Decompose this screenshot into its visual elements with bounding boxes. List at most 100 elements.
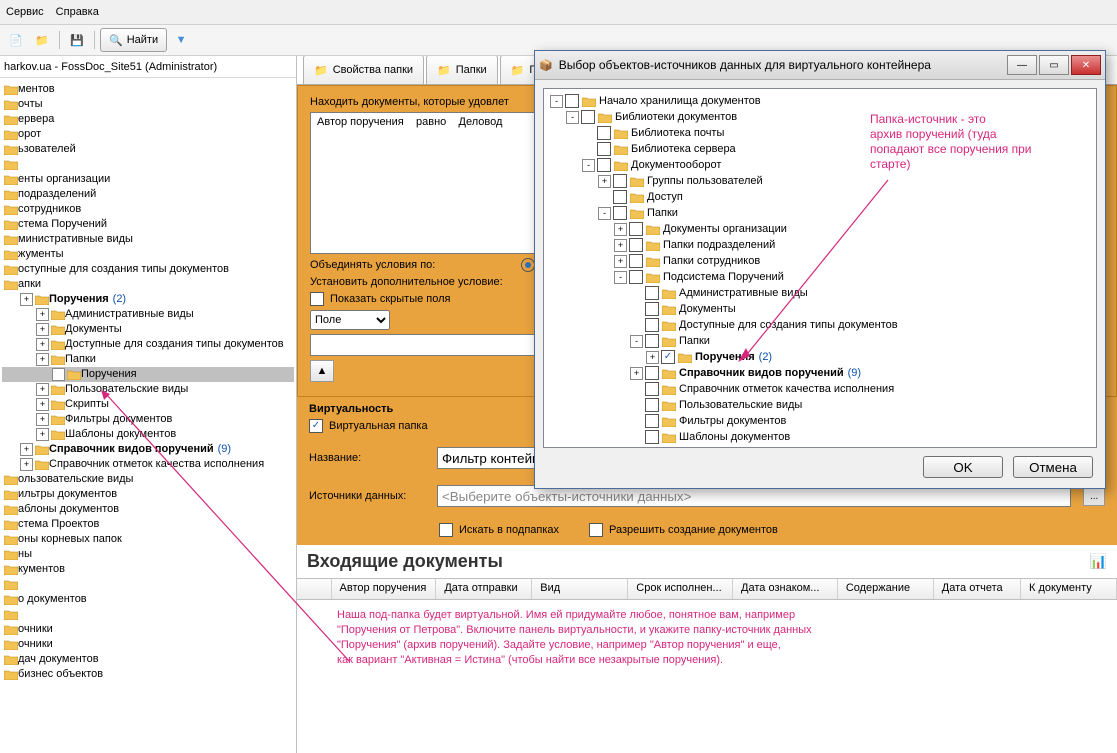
grid-col-header[interactable]: Дата отчета (934, 579, 1021, 599)
expand-icon[interactable]: + (614, 239, 627, 252)
expand-icon[interactable]: + (614, 255, 627, 268)
dialog-tree-item[interactable]: -Библиотеки документов (548, 109, 1092, 125)
tree-item[interactable]: +Фильтры документов (2, 412, 294, 427)
expand-icon[interactable]: + (36, 323, 49, 336)
grid-col-header[interactable]: Дата отправки (436, 579, 532, 599)
tree-item[interactable]: очники (2, 637, 294, 652)
tree-item[interactable]: о документов (2, 592, 294, 607)
grid-col-header[interactable] (297, 579, 332, 599)
tree-item[interactable]: ьзователей (2, 142, 294, 157)
save-icon[interactable]: 💾 (65, 28, 89, 52)
dialog-tree-item[interactable]: Библиотека сервера (548, 141, 1092, 157)
tree-item[interactable]: +Административные виды (2, 307, 294, 322)
expand-icon[interactable]: + (598, 175, 611, 188)
tree-item[interactable]: +Папки (2, 352, 294, 367)
grid-col-header[interactable]: Вид (532, 579, 628, 599)
tree-item[interactable]: министративные виды (2, 232, 294, 247)
close-button[interactable]: ✕ (1071, 55, 1101, 75)
tree-item[interactable]: +Скрипты (2, 397, 294, 412)
tree-checkbox[interactable] (645, 318, 659, 332)
expand-icon[interactable]: - (614, 271, 627, 284)
expand-icon[interactable]: + (20, 458, 33, 471)
up-button[interactable]: ▲ (310, 360, 334, 382)
tree-checkbox[interactable] (597, 158, 611, 172)
nav-tree[interactable]: ментовочтыервераоротьзователейенты орган… (0, 78, 296, 753)
tree-checkbox[interactable] (645, 366, 659, 380)
dialog-tree-item[interactable]: Фильтры документов (548, 413, 1092, 429)
tree-checkbox[interactable] (645, 382, 659, 396)
tree-item[interactable]: +Пользовательские виды (2, 382, 294, 397)
tree-item[interactable]: жументы (2, 247, 294, 262)
dialog-tree-item[interactable]: Документы (548, 301, 1092, 317)
tab-folders[interactable]: 📁Папки (426, 56, 498, 84)
field-select[interactable]: Поле (310, 310, 390, 330)
tree-item[interactable]: ользовательские виды (2, 472, 294, 487)
expand-icon[interactable]: + (36, 428, 49, 441)
tree-item[interactable]: бизнес объектов (2, 667, 294, 682)
dialog-tree-item[interactable]: -Подсистема Поручений (548, 269, 1092, 285)
dialog-tree-item[interactable]: +Документы организации (548, 221, 1092, 237)
tree-item[interactable]: сотрудников (2, 202, 294, 217)
tree-checkbox[interactable] (613, 206, 627, 220)
tree-item[interactable]: апки (2, 277, 294, 292)
dialog-tree-item[interactable]: Административные виды (548, 285, 1092, 301)
tree-checkbox[interactable] (565, 94, 579, 108)
expand-icon[interactable]: + (36, 308, 49, 321)
dialog-tree-item[interactable]: Пользовательские виды (548, 397, 1092, 413)
dialog-tree[interactable]: -Начало хранилища документов-Библиотеки … (543, 88, 1097, 448)
dialog-tree-item[interactable]: -Папки (548, 205, 1092, 221)
tree-item[interactable]: оступные для создания типы документов (2, 262, 294, 277)
dialog-tree-item[interactable]: Доступные для создания типы документов (548, 317, 1092, 333)
expand-icon[interactable]: + (630, 367, 643, 380)
tree-checkbox[interactable] (629, 254, 643, 268)
tree-checkbox[interactable] (645, 286, 659, 300)
tree-item[interactable]: кументов (2, 562, 294, 577)
cancel-button[interactable]: Отмена (1013, 456, 1093, 478)
tree-item[interactable]: оны корневых папок (2, 532, 294, 547)
dialog-tree-item[interactable]: +Папки сотрудников (548, 253, 1092, 269)
tree-item[interactable]: +Шаблоны документов (2, 427, 294, 442)
grid-col-header[interactable]: Срок исполнен... (628, 579, 733, 599)
tree-item[interactable]: аблоны документов (2, 502, 294, 517)
expand-icon[interactable]: + (36, 398, 49, 411)
tree-item[interactable]: +Справочник видов поручений(9) (2, 442, 294, 457)
tree-checkbox[interactable] (661, 350, 675, 364)
tree-item[interactable]: дач документов (2, 652, 294, 667)
expand-icon[interactable]: + (36, 338, 49, 351)
tree-checkbox[interactable] (613, 174, 627, 188)
ok-button[interactable]: OK (923, 456, 1003, 478)
tree-checkbox[interactable] (629, 270, 643, 284)
tree-item[interactable]: +Поручения(2) (2, 292, 294, 307)
tree-item[interactable] (2, 607, 294, 622)
tree-item[interactable]: ильтры документов (2, 487, 294, 502)
expand-icon[interactable]: - (630, 335, 643, 348)
tree-checkbox[interactable] (597, 126, 611, 140)
tree-item[interactable]: +Справочник отметок качества исполнения (2, 457, 294, 472)
virtual-folder-check[interactable] (309, 419, 323, 433)
expand-icon[interactable]: - (582, 159, 595, 172)
expand-icon[interactable]: + (36, 353, 49, 366)
tree-item[interactable]: ервера (2, 112, 294, 127)
combine-and-radio[interactable] (521, 258, 535, 272)
minimize-button[interactable]: — (1007, 55, 1037, 75)
find-button[interactable]: 🔍 Найти (100, 28, 167, 52)
tree-item[interactable]: подразделений (2, 187, 294, 202)
menu-service[interactable]: Сервис (6, 6, 44, 18)
expand-icon[interactable]: - (550, 95, 563, 108)
grid-col-header[interactable]: Автор поручения (332, 579, 437, 599)
tree-checkbox[interactable] (613, 190, 627, 204)
dialog-tree-item[interactable]: +Папки подразделений (548, 237, 1092, 253)
expand-icon[interactable]: + (20, 293, 33, 306)
dialog-tree-item[interactable]: -Документооборот (548, 157, 1092, 173)
dialog-tree-item[interactable]: +Справочник видов поручений(9) (548, 365, 1092, 381)
tree-item[interactable]: очты (2, 97, 294, 112)
tree-checkbox[interactable] (629, 238, 643, 252)
tree-checkbox[interactable] (629, 222, 643, 236)
tree-checkbox[interactable] (645, 398, 659, 412)
tree-item[interactable]: стема Проектов (2, 517, 294, 532)
grid-col-header[interactable]: Дата ознаком... (733, 579, 838, 599)
chart-icon[interactable]: 📊 (1090, 553, 1107, 570)
tree-item[interactable]: стема Поручений (2, 217, 294, 232)
maximize-button[interactable]: ▭ (1039, 55, 1069, 75)
tab-folder-props[interactable]: 📁Свойства папки (303, 56, 424, 84)
